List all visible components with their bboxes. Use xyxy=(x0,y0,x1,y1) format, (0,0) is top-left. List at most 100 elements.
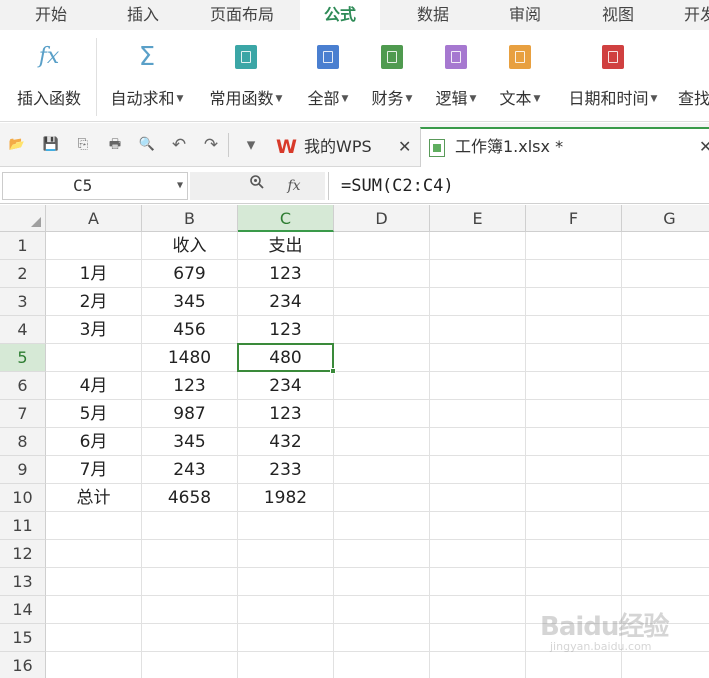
open-folder-icon[interactable]: 📂 xyxy=(8,136,26,154)
cell-a1[interactable] xyxy=(46,232,142,260)
cell-b11[interactable] xyxy=(142,512,238,540)
cell-d9[interactable] xyxy=(334,456,430,484)
cell-e6[interactable] xyxy=(430,372,526,400)
close-icon[interactable]: ✕ xyxy=(398,127,411,167)
cell-d7[interactable] xyxy=(334,400,430,428)
cell-f8[interactable] xyxy=(526,428,622,456)
cell-d15[interactable] xyxy=(334,624,430,652)
cell-b15[interactable] xyxy=(142,624,238,652)
ribbon-button-8[interactable]: 查找 xyxy=(674,30,709,122)
cell-b14[interactable] xyxy=(142,596,238,624)
cell-c4[interactable]: 123 xyxy=(238,316,334,344)
cell-a14[interactable] xyxy=(46,596,142,624)
cell-a13[interactable] xyxy=(46,568,142,596)
cell-e14[interactable] xyxy=(430,596,526,624)
cell-g9[interactable] xyxy=(622,456,709,484)
cell-a9[interactable]: 7月 xyxy=(46,456,142,484)
cell-b6[interactable]: 123 xyxy=(142,372,238,400)
row-header-1[interactable]: 1 xyxy=(0,232,46,260)
column-header-f[interactable]: F xyxy=(526,205,622,232)
cell-e9[interactable] xyxy=(430,456,526,484)
cell-c6[interactable]: 234 xyxy=(238,372,334,400)
cell-f11[interactable] xyxy=(526,512,622,540)
cell-b2[interactable]: 679 xyxy=(142,260,238,288)
cell-e1[interactable] xyxy=(430,232,526,260)
cell-f4[interactable] xyxy=(526,316,622,344)
fill-handle[interactable] xyxy=(330,368,336,374)
save-icon[interactable]: 💾 xyxy=(42,136,60,154)
cell-d2[interactable] xyxy=(334,260,430,288)
cell-c10[interactable]: 1982 xyxy=(238,484,334,512)
cell-g12[interactable] xyxy=(622,540,709,568)
menu-tab-0[interactable]: 开始 xyxy=(8,0,94,30)
select-all-corner[interactable] xyxy=(0,205,46,232)
cell-b10[interactable]: 4658 xyxy=(142,484,238,512)
cell-e16[interactable] xyxy=(430,652,526,678)
ribbon-button-2[interactable]: 常用函数 ▼ xyxy=(200,30,292,122)
cell-a5[interactable] xyxy=(46,344,142,372)
cell-f3[interactable] xyxy=(526,288,622,316)
cell-c8[interactable]: 432 xyxy=(238,428,334,456)
cell-e11[interactable] xyxy=(430,512,526,540)
cell-g5[interactable] xyxy=(622,344,709,372)
column-header-e[interactable]: E xyxy=(430,205,526,232)
cell-b9[interactable]: 243 xyxy=(142,456,238,484)
row-header-5[interactable]: 5 xyxy=(0,344,46,372)
menu-tab-6[interactable]: 视图 xyxy=(580,0,656,30)
column-header-c[interactable]: C xyxy=(238,205,334,232)
menu-tab-1[interactable]: 插入 xyxy=(108,0,178,30)
close-icon[interactable]: ✕ xyxy=(699,127,709,167)
cell-f7[interactable] xyxy=(526,400,622,428)
print-icon[interactable]: 🖶 xyxy=(106,136,124,154)
cell-g8[interactable] xyxy=(622,428,709,456)
cell-d3[interactable] xyxy=(334,288,430,316)
ribbon-button-0[interactable]: fx 插入函数 xyxy=(4,30,94,122)
menu-tab-3[interactable]: 公式 xyxy=(300,0,380,30)
cell-e12[interactable] xyxy=(430,540,526,568)
cell-a3[interactable]: 2月 xyxy=(46,288,142,316)
cell-f5[interactable] xyxy=(526,344,622,372)
cell-e13[interactable] xyxy=(430,568,526,596)
cell-c3[interactable]: 234 xyxy=(238,288,334,316)
cell-a12[interactable] xyxy=(46,540,142,568)
cell-a7[interactable]: 5月 xyxy=(46,400,142,428)
cell-b16[interactable] xyxy=(142,652,238,678)
cell-d1[interactable] xyxy=(334,232,430,260)
cell-d8[interactable] xyxy=(334,428,430,456)
cell-a15[interactable] xyxy=(46,624,142,652)
cell-c5[interactable]: 480 xyxy=(238,344,334,372)
cell-g11[interactable] xyxy=(622,512,709,540)
ribbon-button-4[interactable]: 财务 ▼ xyxy=(362,30,422,122)
doc-tab-workbook[interactable]: 工作簿1.xlsx * ✕ xyxy=(420,127,709,167)
cell-d11[interactable] xyxy=(334,512,430,540)
cell-d6[interactable] xyxy=(334,372,430,400)
row-header-4[interactable]: 4 xyxy=(0,316,46,344)
cell-e10[interactable] xyxy=(430,484,526,512)
row-header-12[interactable]: 12 xyxy=(0,540,46,568)
column-header-b[interactable]: B xyxy=(142,205,238,232)
cell-a11[interactable] xyxy=(46,512,142,540)
row-header-10[interactable]: 10 xyxy=(0,484,46,512)
cell-c1[interactable]: 支出 xyxy=(238,232,334,260)
cell-g6[interactable] xyxy=(622,372,709,400)
print-preview-icon[interactable]: 🔍 xyxy=(138,136,156,154)
cell-b4[interactable]: 456 xyxy=(142,316,238,344)
cell-c11[interactable] xyxy=(238,512,334,540)
cell-f6[interactable] xyxy=(526,372,622,400)
cell-a16[interactable] xyxy=(46,652,142,678)
undo-icon[interactable]: ↶ xyxy=(170,136,188,154)
row-header-9[interactable]: 9 xyxy=(0,456,46,484)
cell-b12[interactable] xyxy=(142,540,238,568)
cell-b8[interactable]: 345 xyxy=(142,428,238,456)
cell-g1[interactable] xyxy=(622,232,709,260)
cell-d10[interactable] xyxy=(334,484,430,512)
cell-e2[interactable] xyxy=(430,260,526,288)
row-header-6[interactable]: 6 xyxy=(0,372,46,400)
formula-input[interactable]: =SUM(C2:C4) xyxy=(328,172,708,200)
cell-f13[interactable] xyxy=(526,568,622,596)
cell-a8[interactable]: 6月 xyxy=(46,428,142,456)
doc-tab-my-wps[interactable]: W 我的WPS ✕ xyxy=(272,127,420,167)
row-header-11[interactable]: 11 xyxy=(0,512,46,540)
zoom-icon[interactable] xyxy=(246,172,268,200)
cell-g10[interactable] xyxy=(622,484,709,512)
